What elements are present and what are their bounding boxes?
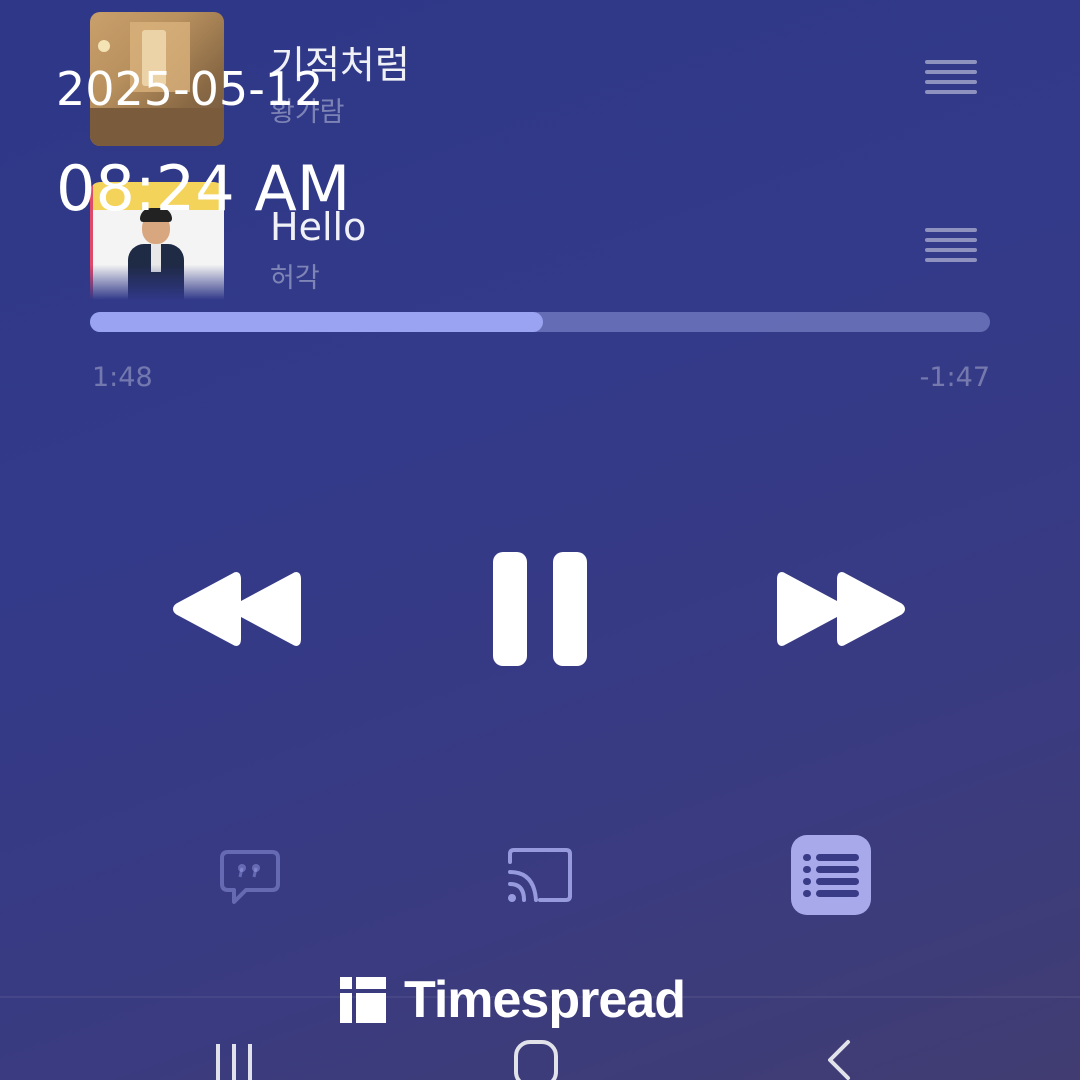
cast-icon[interactable] — [506, 848, 574, 904]
art-shirt — [151, 244, 161, 272]
home-icon[interactable] — [512, 1038, 560, 1080]
queue-list-icon[interactable] — [791, 835, 871, 915]
watermark-text: Timespread — [404, 971, 686, 1029]
fast-forward-icon[interactable] — [776, 570, 906, 648]
back-icon[interactable] — [822, 1038, 856, 1080]
drag-handle-icon[interactable] — [925, 228, 977, 268]
drag-handle-icon[interactable] — [925, 60, 977, 100]
elapsed-time: 1:48 — [92, 362, 153, 393]
remaining-time: -1:47 — [919, 362, 990, 393]
art-lamp — [98, 40, 110, 52]
timespread-logo-icon — [340, 977, 386, 1023]
pause-icon[interactable] — [493, 552, 587, 666]
lyrics-bubble-icon[interactable] — [220, 850, 280, 906]
rewind-icon[interactable] — [172, 570, 302, 648]
overlay-time: 08:24 AM — [56, 152, 351, 225]
recents-icon[interactable] — [212, 1040, 256, 1080]
queue-song-artist: 허각 — [270, 263, 320, 294]
seek-bar-fill — [90, 312, 543, 332]
overlay-date: 2025-05-12 — [56, 62, 324, 116]
watermark: Timespread — [340, 970, 686, 1030]
seek-bar[interactable] — [90, 312, 990, 332]
